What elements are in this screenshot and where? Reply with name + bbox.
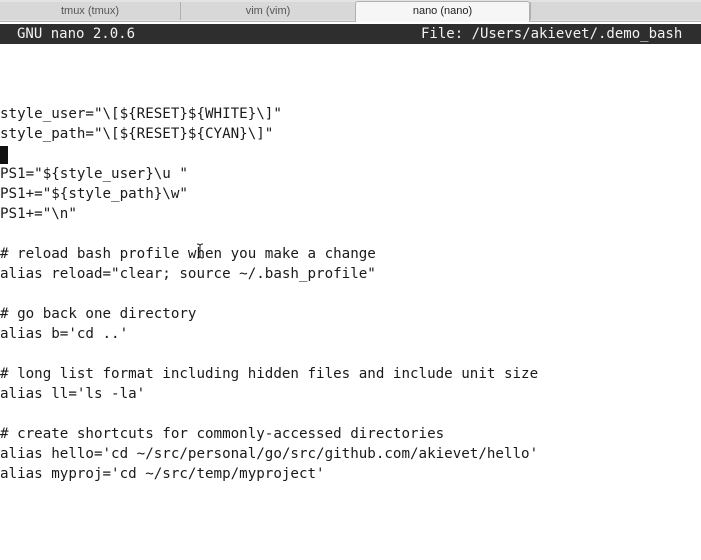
nano-title-bar: GNU nano 2.0.6 File: /Users/akievet/.dem… <box>0 24 701 44</box>
tab-tmux[interactable]: tmux (tmux) <box>0 2 180 20</box>
terminal-tab-bar: tmux (tmux) vim (vim) nano (nano) <box>0 0 701 22</box>
tab-nano[interactable]: nano (nano) <box>355 1 530 22</box>
editor-text-area[interactable]: alias myproj='cd ~/src/temp/myproject' al… <box>0 44 701 560</box>
editor-line: alias ll='ls -la' <box>0 386 146 402</box>
editor-line: # create shortcuts for commonly-accessed… <box>0 426 445 442</box>
editor-line: PS1+="\n" <box>0 206 77 222</box>
editor-line: # long list format including hidden file… <box>0 366 539 382</box>
editor-line: PS1+="${style_path}\w" <box>0 186 188 202</box>
editor-line: alias b='cd ..' <box>0 326 129 342</box>
tab-vim[interactable]: vim (vim) <box>180 2 355 20</box>
nano-version-label: GNU nano 2.0.6 <box>17 26 136 42</box>
editor-line: # go back one directory <box>0 306 197 322</box>
editor-line: alias myproj='cd ~/src/temp/myproject' <box>0 466 325 482</box>
nano-file-path: File: /Users/akievet/.demo_bash <box>421 26 683 42</box>
tab-bar-empty-area <box>530 2 701 20</box>
ibeam-pointer-icon <box>196 243 204 259</box>
editor-line: # reload bash profile when you make a ch… <box>0 246 376 262</box>
editor-line: alias hello='cd ~/src/personal/go/src/gi… <box>0 446 539 462</box>
editor-line: PS1="${style_user}\u " <box>0 166 188 182</box>
text-cursor <box>0 146 8 164</box>
editor-line: style_user="\[${RESET}${WHITE}\]" <box>0 106 282 122</box>
editor-line: alias reload="clear; source ~/.bash_prof… <box>0 266 376 282</box>
editor-line: style_path="\[${RESET}${CYAN}\]" <box>0 126 274 142</box>
